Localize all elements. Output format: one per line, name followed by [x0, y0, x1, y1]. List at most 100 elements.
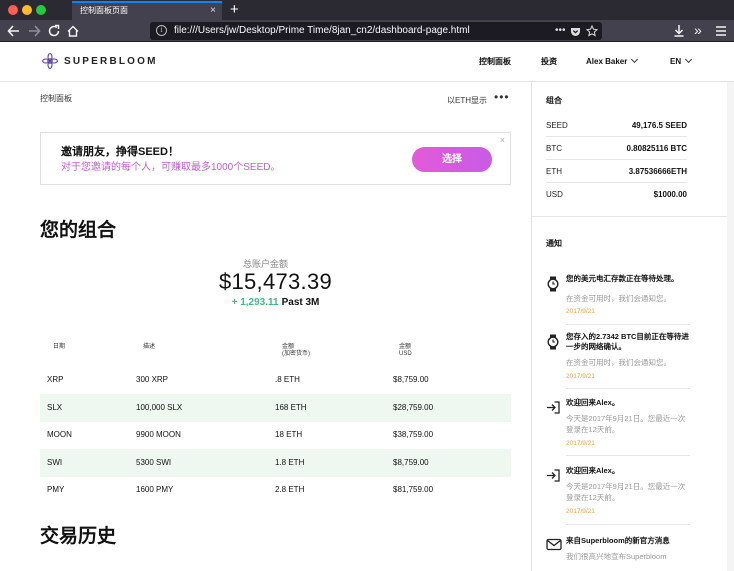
url-text[interactable]: file:///Users/jw/Desktop/Prime Time/8jan…	[174, 22, 470, 40]
main-content: 控制面板 以ETH显示 ••• 邀请朋友，挣得SEED！ 对于您邀请的每个人，可…	[0, 82, 531, 571]
col-header-date[interactable]: 日期	[53, 344, 65, 351]
col-header-amount-usd[interactable]: 金额 USD	[399, 344, 412, 358]
col-header-desc-label: 描述	[143, 344, 156, 350]
col-header-desc[interactable]: 描述	[143, 344, 155, 351]
notifications-heading: 通知	[546, 239, 562, 248]
browser-tab[interactable]: 控制面板页面 ×	[72, 1, 222, 20]
holding-value: $1000.00	[653, 190, 687, 199]
notification-item[interactable]: 您存入的2.7342 BTC目前正在等待进一步的网络确认。 在资金可用时，我们会…	[546, 332, 689, 387]
notification-item[interactable]: 欢迎回来Alex。 今天是2017年9月21日。您最近一次登录在12天前。 20…	[546, 466, 687, 526]
show-in-eth-toggle[interactable]: 以ETH显示	[447, 95, 487, 106]
page-scrollbar[interactable]	[727, 82, 734, 571]
notification-title: 您的美元电汇存款正在等待处理。	[566, 274, 679, 283]
site-header: SUPERBLOOM 控制面板 投资 Alex Baker EN	[0, 42, 734, 82]
total-value: $15,473.39	[218, 269, 333, 294]
cell-usd: $38,759.00	[393, 430, 434, 439]
close-window-button[interactable]	[8, 5, 18, 15]
holding-row: ETH 3.87536666ETH	[546, 160, 687, 183]
notification-item[interactable]: 您的美元电汇存款正在等待处理。 在资金可用时，我们会通知您。 2017/9/21	[546, 274, 687, 324]
nav-invest[interactable]: 投资	[541, 42, 557, 82]
superbloom-logo-icon[interactable]	[42, 53, 58, 74]
browser-titlebar: 控制面板页面 × +	[0, 0, 734, 20]
mail-icon	[546, 538, 562, 552]
holding-row: BTC 0.80825116 BTC	[546, 137, 687, 160]
page-actions-icon[interactable]: •••	[555, 22, 566, 40]
user-name: Alex Baker	[586, 57, 628, 66]
cell-symbol: PMY	[47, 485, 65, 494]
col-header-date-label: 日期	[53, 344, 66, 350]
overflow-icon[interactable]: »	[694, 21, 702, 39]
col-header-crypto-label: (加密货币)	[282, 351, 310, 357]
cell-crypto: 18 ETH	[275, 430, 303, 439]
table-row[interactable]: PMY 1600 PMY 2.8 ETH $81,759.00	[40, 476, 511, 504]
cell-desc: 9900 MOON	[136, 430, 181, 439]
notification-date: 2017/9/21	[566, 508, 595, 515]
chevron-down-icon	[631, 55, 639, 64]
transaction-history-heading: 交易历史	[40, 526, 117, 547]
cell-desc: 1600 PMY	[136, 485, 174, 494]
notification-date: 2017/9/21	[566, 308, 595, 315]
browser-toolbar: i file:///Users/jw/Desktop/Prime Time/8j…	[0, 20, 734, 42]
holding-symbol: ETH	[546, 167, 562, 176]
brand-name[interactable]: SUPERBLOOM	[64, 42, 158, 82]
cell-usd: $81,759.00	[393, 485, 434, 494]
change-value: + 1,293.11	[231, 297, 279, 308]
table-row[interactable]: MOON 9900 MOON 18 ETH $38,759.00	[40, 421, 511, 449]
notification-item[interactable]: 欢迎回来Alex。 今天是2017年9月21日。您最近一次登录在12天前。 20…	[546, 398, 687, 458]
notification-body: 在资金可用时，我们会通知您。	[566, 358, 671, 367]
more-options-icon[interactable]: •••	[494, 90, 510, 104]
cell-usd: $8,759.00	[393, 375, 429, 384]
cell-symbol: SWI	[47, 458, 63, 467]
watch-icon	[546, 276, 560, 292]
nav-dashboard[interactable]: 控制面板	[479, 42, 511, 82]
notification-body: 我们很高兴地宣布Superbloom	[566, 552, 667, 561]
table-row[interactable]: SWI 5300 SWI 1.8 ETH $8,759.00	[40, 449, 511, 477]
divider	[566, 455, 690, 456]
notification-date: 2017/9/21	[566, 440, 595, 447]
cell-crypto: 1.8 ETH	[275, 458, 305, 467]
col-header-amount-crypto[interactable]: 金额 (加密货币)	[282, 344, 310, 358]
holding-value: 49,176.5 SEED	[631, 121, 687, 130]
cell-crypto: .8 ETH	[275, 375, 300, 384]
close-icon[interactable]: ×	[500, 135, 505, 145]
cell-symbol: XRP	[47, 375, 64, 384]
divider	[566, 524, 690, 525]
user-menu[interactable]: Alex Baker	[586, 42, 639, 82]
cell-desc: 100,000 SLX	[136, 403, 183, 412]
invite-subtitle: 对于您邀请的每个人，可赚取最多1000个SEED。	[61, 162, 281, 173]
holding-symbol: USD	[546, 190, 563, 199]
col-header-amount-label: 金额	[399, 344, 412, 350]
table-row[interactable]: SLX 100,000 SLX 168 ETH $28,759.00	[40, 394, 511, 422]
zoom-window-button[interactable]	[36, 5, 46, 15]
notification-body: 在资金可用时，我们会通知您。	[566, 294, 671, 303]
holding-value: 0.80825116 BTC	[626, 144, 688, 153]
holdings-heading: 组合	[546, 96, 562, 105]
notification-title: 您存入的2.7342 BTC目前正在等待进一步的网络确认。	[566, 332, 689, 351]
notification-title: 欢迎回来Alex。	[566, 398, 620, 407]
language-menu[interactable]: EN	[670, 42, 693, 82]
cell-usd: $8,759.00	[393, 458, 429, 467]
new-tab-button[interactable]: +	[230, 0, 239, 20]
table-row[interactable]: XRP 300 XRP .8 ETH $8,759.00	[40, 366, 511, 394]
url-bar[interactable]: i file:///Users/jw/Desktop/Prime Time/8j…	[150, 22, 602, 40]
holding-row: SEED 49,176.5 SEED	[546, 114, 687, 137]
invite-select-button[interactable]: 选择	[412, 147, 492, 172]
breadcrumb[interactable]: 控制面板	[40, 93, 72, 104]
cell-symbol: MOON	[47, 430, 72, 439]
total-change: + 1,293.11 Past 3M	[0, 297, 551, 308]
notification-date: 2017/9/21	[566, 373, 595, 380]
notification-title: 来自Superbloom的新官方消息	[566, 536, 670, 545]
site-info-icon[interactable]: i	[156, 25, 167, 36]
invite-banner: 邀请朋友，挣得SEED！ 对于您邀请的每个人，可赚取最多1000个SEED。 选…	[40, 132, 511, 185]
cell-desc: 300 XRP	[136, 375, 169, 384]
change-period: Past 3M	[281, 297, 320, 308]
notification-item[interactable]: 来自Superbloom的新官方消息 我们很高兴地宣布Superbloom	[546, 536, 687, 571]
cell-crypto: 168 ETH	[275, 403, 307, 412]
divider	[566, 324, 690, 325]
sign-in-icon	[546, 468, 560, 482]
tab-close-icon[interactable]: ×	[210, 3, 216, 19]
minimize-window-button[interactable]	[22, 5, 32, 15]
portfolio-heading: 您的组合	[40, 220, 117, 241]
notification-body: 今天是2017年9月21日。您最近一次登录在12天前。	[566, 482, 686, 502]
cell-symbol: SLX	[47, 403, 63, 412]
